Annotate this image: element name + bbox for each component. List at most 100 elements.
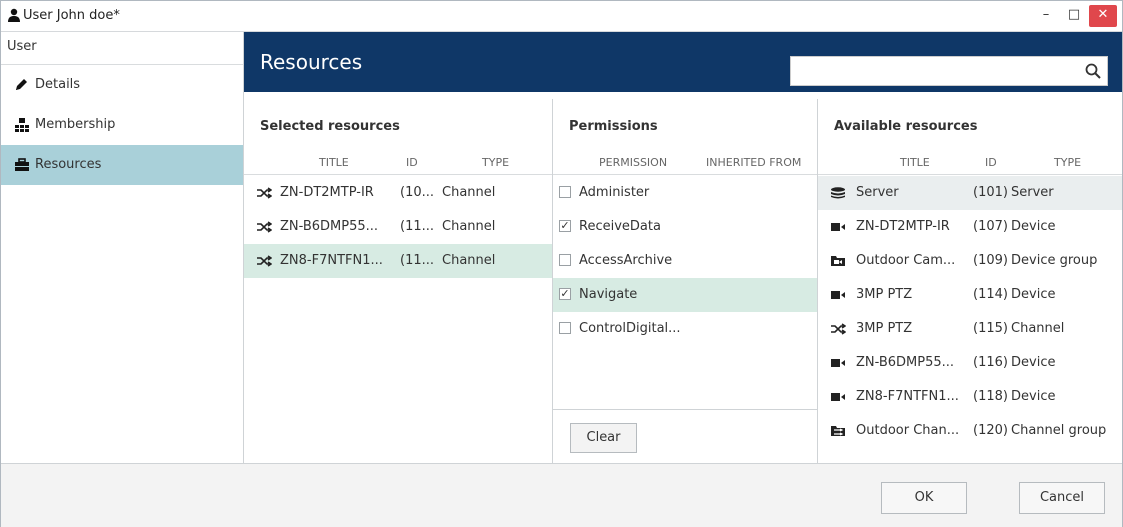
row-type: Channel group	[1011, 423, 1107, 438]
permission-label: Navigate	[579, 287, 638, 302]
row-title: ZN8-F7NTFN1...	[280, 253, 383, 268]
column-header-title[interactable]: TITLE	[319, 156, 349, 169]
sidebar-item-label: Membership	[35, 117, 116, 132]
permission-row[interactable]: Administer	[553, 176, 817, 210]
row-title: 3MP PTZ	[856, 321, 913, 336]
permission-label: ReceiveData	[579, 219, 661, 234]
table-row[interactable]: Outdoor Cam... (109) Device group	[818, 244, 1122, 278]
column-header-inherited-from[interactable]: INHERITED FROM	[706, 156, 801, 169]
camera-icon	[831, 291, 845, 299]
selected-table-header: TITLE ID TYPE	[244, 152, 552, 175]
camera-icon	[831, 393, 845, 401]
row-id: (11...	[400, 219, 435, 234]
permission-label: Administer	[579, 185, 650, 200]
selected-resources-panel: Selected resources TITLE ID TYPE ZN-DT2M…	[244, 99, 553, 463]
group-icon	[15, 118, 29, 132]
checkbox[interactable]	[559, 254, 571, 266]
table-row[interactable]: Outdoor Chan... (120) Channel group	[818, 414, 1122, 448]
table-row-selected[interactable]: ZN8-F7NTFN1... (11... Channel	[244, 244, 552, 278]
row-title: Server	[856, 185, 899, 200]
permission-row[interactable]: AccessArchive	[553, 244, 817, 278]
permission-row-selected[interactable]: ✓ Navigate	[553, 278, 817, 312]
title-bar: User John doe* – □ ✕	[1, 1, 1122, 32]
row-id: (120)	[973, 423, 1008, 438]
permissions-actions: Clear	[553, 409, 817, 464]
cancel-button[interactable]: Cancel	[1019, 482, 1105, 514]
server-icon	[831, 187, 845, 199]
table-row[interactable]: ZN-DT2MTP-IR (107) Device	[818, 210, 1122, 244]
row-id: (116)	[973, 355, 1008, 370]
row-id: (107)	[973, 219, 1008, 234]
row-title: ZN-B6DMP55...	[280, 219, 379, 234]
table-row[interactable]: 3MP PTZ (115) Channel	[818, 312, 1122, 346]
selected-resources-title: Selected resources	[260, 119, 400, 134]
close-button[interactable]: ✕	[1089, 5, 1117, 27]
checkbox[interactable]	[559, 322, 571, 334]
sidebar-item-membership[interactable]: Membership	[1, 105, 243, 145]
permissions-title: Permissions	[569, 119, 658, 134]
camera-icon	[831, 223, 845, 231]
folder-icon	[831, 256, 845, 266]
column-header-permission[interactable]: PERMISSION	[599, 156, 667, 169]
minimize-button[interactable]: –	[1033, 5, 1059, 27]
maximize-button[interactable]: □	[1061, 5, 1087, 27]
row-title: ZN-DT2MTP-IR	[280, 185, 374, 200]
row-id: (118)	[973, 389, 1008, 404]
user-icon	[8, 8, 20, 22]
permissions-panel: Permissions PERMISSION INHERITED FROM Ad…	[553, 99, 818, 463]
checkbox-checked[interactable]: ✓	[559, 288, 571, 300]
permission-row[interactable]: ✓ ReceiveData	[553, 210, 817, 244]
column-header-type[interactable]: TYPE	[482, 156, 509, 169]
row-type: Device group	[1011, 253, 1098, 268]
row-type: Device	[1011, 219, 1056, 234]
main-panel: Resources Selected resources TITLE ID TY…	[244, 32, 1122, 463]
row-id: (115)	[973, 321, 1008, 336]
sidebar-item-details[interactable]: Details	[1, 65, 243, 105]
user-dialog-window: User John doe* – □ ✕ User Details Member…	[0, 0, 1123, 527]
column-header-title[interactable]: TITLE	[900, 156, 930, 169]
table-row[interactable]: ZN-B6DMP55... (11... Channel	[244, 210, 552, 244]
row-type: Device	[1011, 389, 1056, 404]
row-title: ZN-B6DMP55...	[856, 355, 955, 370]
table-row[interactable]: Server (101) Server	[818, 176, 1122, 210]
sidebar-item-resources[interactable]: Resources	[1, 145, 243, 185]
search-input[interactable]	[790, 56, 1108, 86]
pencil-icon	[16, 79, 27, 90]
channel-icon	[257, 255, 272, 267]
available-table-header: TITLE ID TYPE	[818, 152, 1122, 175]
table-row[interactable]: ZN-B6DMP55... (116) Device	[818, 346, 1122, 380]
available-resources-title: Available resources	[834, 119, 978, 134]
camera-icon	[831, 359, 845, 367]
checkbox-checked[interactable]: ✓	[559, 220, 571, 232]
table-row[interactable]: ZN8-F7NTFN1... (118) Device	[818, 380, 1122, 414]
row-title: 3MP PTZ	[856, 287, 913, 302]
search-icon[interactable]	[1085, 63, 1101, 79]
channel-folder-icon	[831, 426, 845, 436]
row-type: Channel	[442, 185, 496, 200]
table-row[interactable]: ZN-DT2MTP-IR (10... Channel	[244, 176, 552, 210]
channel-icon	[257, 187, 272, 199]
column-header-id[interactable]: ID	[985, 156, 997, 169]
row-id: (114)	[973, 287, 1008, 302]
column-header-type[interactable]: TYPE	[1054, 156, 1081, 169]
channel-icon	[831, 323, 846, 335]
sidebar-header: User	[1, 32, 243, 65]
channel-icon	[257, 221, 272, 233]
row-type: Device	[1011, 355, 1056, 370]
permission-row[interactable]: ControlDigital...	[553, 312, 817, 346]
row-title: Outdoor Cam...	[856, 253, 956, 268]
row-title: Outdoor Chan...	[856, 423, 960, 438]
ok-button[interactable]: OK	[881, 482, 967, 514]
row-id: (109)	[973, 253, 1008, 268]
clear-button[interactable]: Clear	[570, 423, 637, 453]
table-row[interactable]: 3MP PTZ (114) Device	[818, 278, 1122, 312]
sidebar: User Details Membership Resources	[1, 32, 244, 463]
available-resources-panel: Available resources TITLE ID TYPE Server…	[818, 99, 1122, 463]
permission-label: ControlDigital...	[579, 321, 681, 336]
window-title: User John doe*	[23, 8, 120, 23]
sidebar-item-label: Resources	[35, 157, 102, 172]
column-header-id[interactable]: ID	[406, 156, 418, 169]
checkbox[interactable]	[559, 186, 571, 198]
row-type: Server	[1011, 185, 1054, 200]
dialog-footer: OK Cancel	[1, 463, 1122, 527]
